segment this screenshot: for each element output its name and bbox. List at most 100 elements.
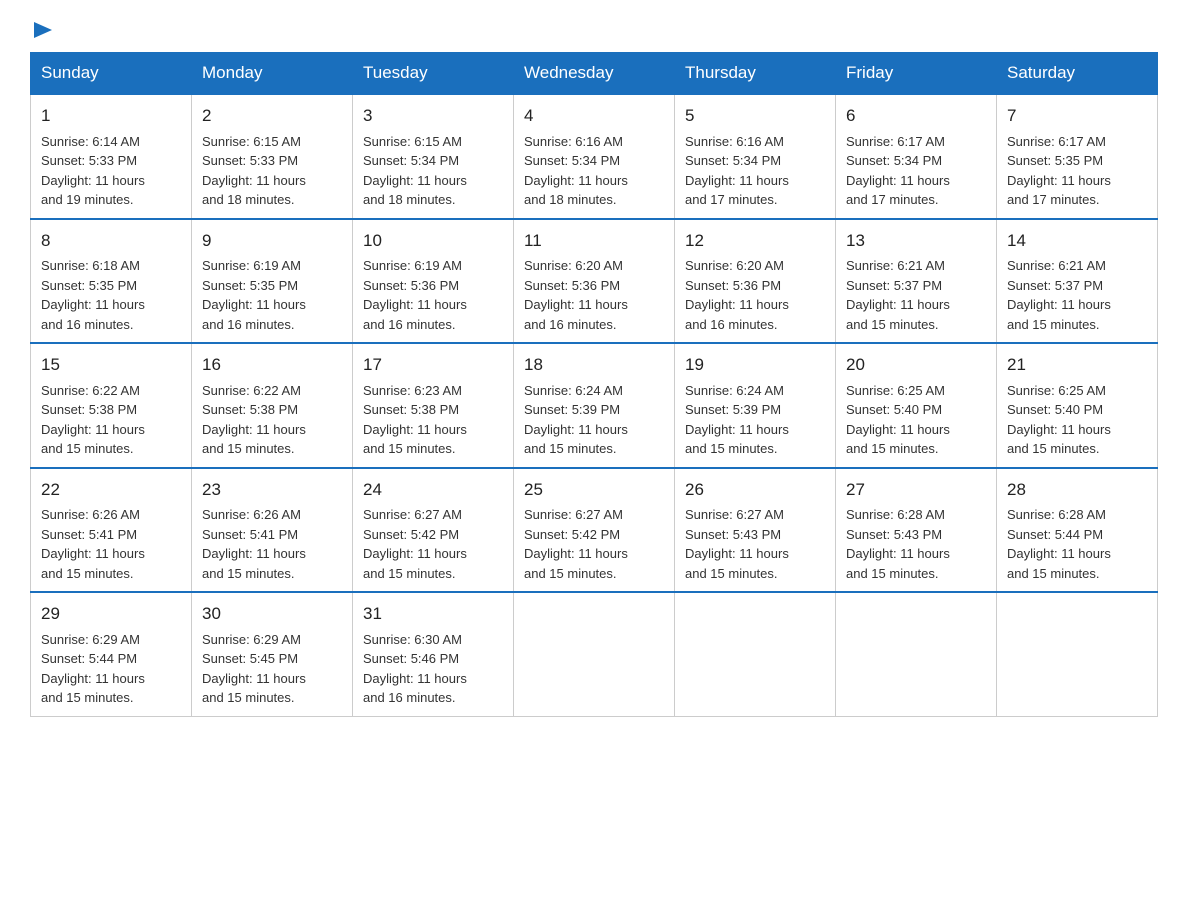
day-number: 14 [1007, 228, 1147, 254]
day-info: Sunrise: 6:20 AMSunset: 5:36 PMDaylight:… [685, 258, 789, 332]
calendar-cell: 14Sunrise: 6:21 AMSunset: 5:37 PMDayligh… [997, 219, 1158, 344]
day-number: 28 [1007, 477, 1147, 503]
day-info: Sunrise: 6:28 AMSunset: 5:43 PMDaylight:… [846, 507, 950, 581]
calendar-cell: 24Sunrise: 6:27 AMSunset: 5:42 PMDayligh… [353, 468, 514, 593]
calendar-cell: 31 Sunrise: 6:30 AMSunset: 5:46 PMDayligh… [353, 592, 514, 716]
day-info: Sunrise: 6:17 AMSunset: 5:34 PMDaylight:… [846, 134, 950, 208]
calendar-cell [997, 592, 1158, 716]
day-info: Sunrise: 6:30 AMSunset: 5:46 PMDaylight:… [363, 632, 467, 706]
day-info: Sunrise: 6:29 AMSunset: 5:44 PMDaylight:… [41, 632, 145, 706]
calendar-week-row: 29 Sunrise: 6:29 AMSunset: 5:44 PMDayligh… [31, 592, 1158, 716]
calendar-cell: 28Sunrise: 6:28 AMSunset: 5:44 PMDayligh… [997, 468, 1158, 593]
day-info: Sunrise: 6:18 AMSunset: 5:35 PMDaylight:… [41, 258, 145, 332]
calendar-week-row: 1 Sunrise: 6:14 AMSunset: 5:33 PMDaylight… [31, 94, 1158, 219]
day-number: 17 [363, 352, 503, 378]
day-number: 30 [202, 601, 342, 627]
day-info: Sunrise: 6:17 AMSunset: 5:35 PMDaylight:… [1007, 134, 1111, 208]
day-number: 21 [1007, 352, 1147, 378]
calendar-cell: 12 Sunrise: 6:20 AMSunset: 5:36 PMDayligh… [675, 219, 836, 344]
day-info: Sunrise: 6:26 AMSunset: 5:41 PMDaylight:… [202, 507, 306, 581]
calendar-header-sunday: Sunday [31, 53, 192, 95]
calendar-week-row: 15 Sunrise: 6:22 AMSunset: 5:38 PMDayligh… [31, 343, 1158, 468]
day-info: Sunrise: 6:20 AMSunset: 5:36 PMDaylight:… [524, 258, 628, 332]
calendar-cell [675, 592, 836, 716]
day-number: 9 [202, 228, 342, 254]
day-number: 4 [524, 103, 664, 129]
day-number: 12 [685, 228, 825, 254]
calendar-header-saturday: Saturday [997, 53, 1158, 95]
calendar-cell [514, 592, 675, 716]
day-info: Sunrise: 6:16 AMSunset: 5:34 PMDaylight:… [685, 134, 789, 208]
day-number: 29 [41, 601, 181, 627]
calendar-cell: 8Sunrise: 6:18 AMSunset: 5:35 PMDaylight… [31, 219, 192, 344]
calendar-cell: 16Sunrise: 6:22 AMSunset: 5:38 PMDayligh… [192, 343, 353, 468]
calendar-cell: 26 Sunrise: 6:27 AMSunset: 5:43 PMDayligh… [675, 468, 836, 593]
day-number: 19 [685, 352, 825, 378]
calendar-header-tuesday: Tuesday [353, 53, 514, 95]
calendar-header-friday: Friday [836, 53, 997, 95]
day-info: Sunrise: 6:26 AMSunset: 5:41 PMDaylight:… [41, 507, 145, 581]
calendar-cell: 1 Sunrise: 6:14 AMSunset: 5:33 PMDaylight… [31, 94, 192, 219]
calendar-cell: 17 Sunrise: 6:23 AMSunset: 5:38 PMDayligh… [353, 343, 514, 468]
day-info: Sunrise: 6:21 AMSunset: 5:37 PMDaylight:… [846, 258, 950, 332]
day-info: Sunrise: 6:23 AMSunset: 5:38 PMDaylight:… [363, 383, 467, 457]
day-number: 26 [685, 477, 825, 503]
calendar-cell: 10 Sunrise: 6:19 AMSunset: 5:36 PMDayligh… [353, 219, 514, 344]
day-number: 6 [846, 103, 986, 129]
calendar-cell: 22 Sunrise: 6:26 AMSunset: 5:41 PMDayligh… [31, 468, 192, 593]
calendar-cell: 27 Sunrise: 6:28 AMSunset: 5:43 PMDayligh… [836, 468, 997, 593]
day-info: Sunrise: 6:29 AMSunset: 5:45 PMDaylight:… [202, 632, 306, 706]
calendar-cell [836, 592, 997, 716]
day-info: Sunrise: 6:19 AMSunset: 5:36 PMDaylight:… [363, 258, 467, 332]
calendar-header-thursday: Thursday [675, 53, 836, 95]
logo-triangle-icon [32, 19, 54, 41]
calendar-cell: 30 Sunrise: 6:29 AMSunset: 5:45 PMDayligh… [192, 592, 353, 716]
calendar-week-row: 22 Sunrise: 6:26 AMSunset: 5:41 PMDayligh… [31, 468, 1158, 593]
calendar-cell: 21 Sunrise: 6:25 AMSunset: 5:40 PMDayligh… [997, 343, 1158, 468]
day-number: 2 [202, 103, 342, 129]
day-number: 24 [363, 477, 503, 503]
day-number: 25 [524, 477, 664, 503]
day-info: Sunrise: 6:15 AMSunset: 5:34 PMDaylight:… [363, 134, 467, 208]
calendar-cell: 20 Sunrise: 6:25 AMSunset: 5:40 PMDayligh… [836, 343, 997, 468]
calendar-table: SundayMondayTuesdayWednesdayThursdayFrid… [30, 52, 1158, 717]
day-number: 1 [41, 103, 181, 129]
day-info: Sunrise: 6:24 AMSunset: 5:39 PMDaylight:… [685, 383, 789, 457]
day-info: Sunrise: 6:16 AMSunset: 5:34 PMDaylight:… [524, 134, 628, 208]
day-number: 31 [363, 601, 503, 627]
day-number: 23 [202, 477, 342, 503]
day-number: 18 [524, 352, 664, 378]
calendar-header-monday: Monday [192, 53, 353, 95]
day-number: 22 [41, 477, 181, 503]
day-info: Sunrise: 6:14 AMSunset: 5:33 PMDaylight:… [41, 134, 145, 208]
day-info: Sunrise: 6:15 AMSunset: 5:33 PMDaylight:… [202, 134, 306, 208]
day-info: Sunrise: 6:25 AMSunset: 5:40 PMDaylight:… [846, 383, 950, 457]
calendar-header-row: SundayMondayTuesdayWednesdayThursdayFrid… [31, 53, 1158, 95]
calendar-cell: 7 Sunrise: 6:17 AMSunset: 5:35 PMDaylight… [997, 94, 1158, 219]
day-info: Sunrise: 6:22 AMSunset: 5:38 PMDaylight:… [41, 383, 145, 457]
logo [30, 20, 54, 42]
day-number: 20 [846, 352, 986, 378]
calendar-cell: 25Sunrise: 6:27 AMSunset: 5:42 PMDayligh… [514, 468, 675, 593]
page-header [30, 20, 1158, 42]
calendar-cell: 9 Sunrise: 6:19 AMSunset: 5:35 PMDaylight… [192, 219, 353, 344]
calendar-header-wednesday: Wednesday [514, 53, 675, 95]
day-number: 15 [41, 352, 181, 378]
day-number: 7 [1007, 103, 1147, 129]
day-number: 27 [846, 477, 986, 503]
day-number: 10 [363, 228, 503, 254]
calendar-cell: 4 Sunrise: 6:16 AMSunset: 5:34 PMDaylight… [514, 94, 675, 219]
day-number: 5 [685, 103, 825, 129]
day-info: Sunrise: 6:25 AMSunset: 5:40 PMDaylight:… [1007, 383, 1111, 457]
calendar-cell: 6 Sunrise: 6:17 AMSunset: 5:34 PMDaylight… [836, 94, 997, 219]
day-number: 16 [202, 352, 342, 378]
day-info: Sunrise: 6:27 AMSunset: 5:43 PMDaylight:… [685, 507, 789, 581]
day-info: Sunrise: 6:19 AMSunset: 5:35 PMDaylight:… [202, 258, 306, 332]
day-info: Sunrise: 6:24 AMSunset: 5:39 PMDaylight:… [524, 383, 628, 457]
day-number: 11 [524, 228, 664, 254]
logo-area [30, 20, 54, 42]
day-number: 3 [363, 103, 503, 129]
calendar-cell: 19 Sunrise: 6:24 AMSunset: 5:39 PMDayligh… [675, 343, 836, 468]
calendar-cell: 2 Sunrise: 6:15 AMSunset: 5:33 PMDaylight… [192, 94, 353, 219]
calendar-cell: 23 Sunrise: 6:26 AMSunset: 5:41 PMDayligh… [192, 468, 353, 593]
